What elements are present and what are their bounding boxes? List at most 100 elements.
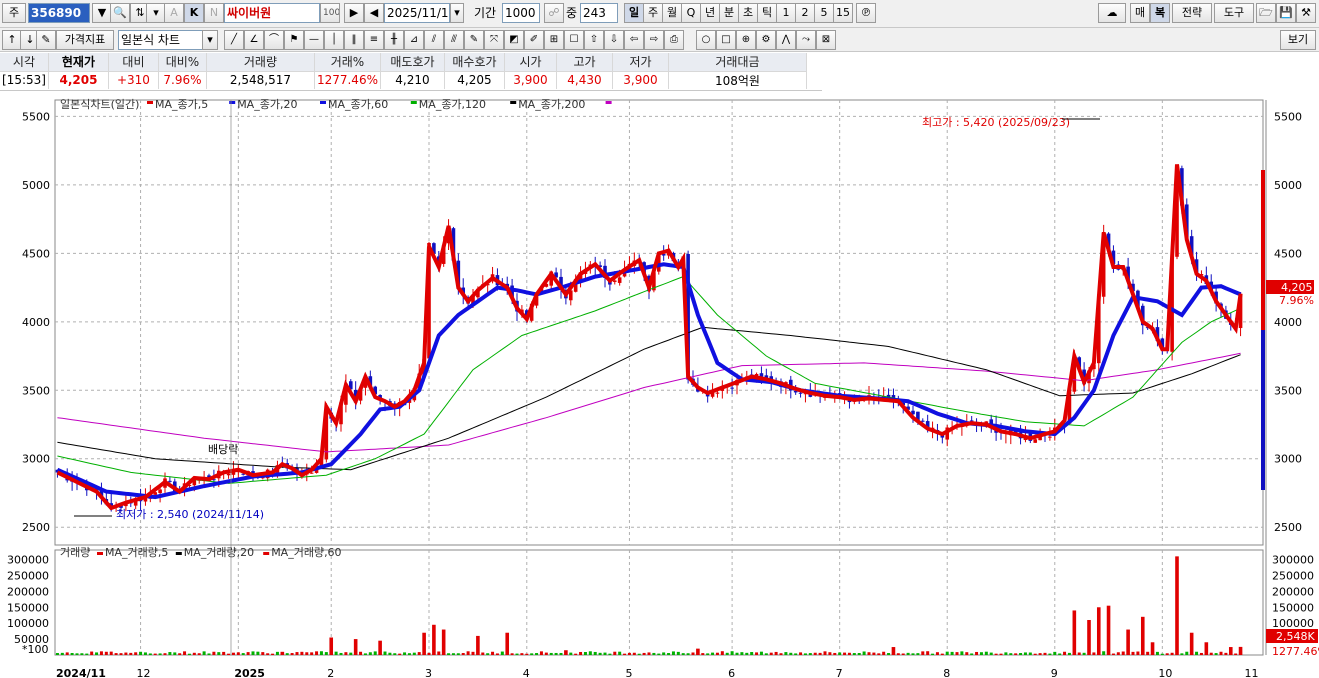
period-tab[interactable]: 2 (795, 3, 815, 23)
drawing-toolbar: ↑ ↓ ✎ 가격지표 일본식 차트 ▾ ╱ ∠ ⌒ ⚑ — │ ‖ ≡ ╫ ⊿ ⫽ ⫻ ✎ ⤧ ◩ ✐ ⊞ ☐ ⇧ ⇩… (0, 28, 1319, 52)
volume-bar (1092, 652, 1096, 655)
rect-fill-icon[interactable]: ◩ (504, 30, 524, 50)
volume-bar (598, 652, 602, 655)
period-tab[interactable]: 1 (776, 3, 796, 23)
wave-icon[interactable]: ⋀ (776, 30, 796, 50)
arrow-up-icon[interactable]: ↑ (2, 30, 22, 50)
price-indicator-button[interactable]: 가격지표 (56, 30, 114, 50)
period-tab[interactable]: 월 (662, 3, 682, 23)
grid-icon[interactable]: ⊞ (544, 30, 564, 50)
volume-bar (183, 651, 187, 655)
view-button[interactable]: 보기 (1280, 30, 1316, 50)
volume-bar (407, 653, 411, 655)
angle-icon[interactable]: ∠ (244, 30, 264, 50)
count-input[interactable]: 243 (580, 3, 618, 23)
dropdown-icon[interactable]: ▾ (146, 3, 166, 23)
fan-icon[interactable]: ⫻ (444, 30, 464, 50)
trendline-icon[interactable]: ╱ (224, 30, 244, 50)
volume-bar (124, 652, 128, 655)
strategy-button[interactable]: 전략 (1172, 3, 1212, 23)
middle-label: 중 (566, 6, 578, 20)
triangle-icon[interactable]: ⊿ (404, 30, 424, 50)
volume-bar (999, 653, 1003, 655)
quote-header: 대비% (158, 53, 207, 72)
n-button[interactable]: N (204, 3, 224, 23)
next-stock-icon[interactable]: ▶ (344, 3, 364, 23)
shift-right-icon[interactable]: ⇨ (644, 30, 664, 50)
circle-icon[interactable]: ○ (696, 30, 716, 50)
period-tab[interactable]: 초 (738, 3, 758, 23)
search-icon[interactable]: 🔍 (110, 3, 130, 23)
annotate-icon[interactable]: ✐ (524, 30, 544, 50)
shift-down-icon[interactable]: ⇩ (604, 30, 624, 50)
stock-chart[interactable]: 2500 25003000 30003500 35004000 40004500 4500… (0, 92, 1319, 678)
period-tab[interactable]: 5 (814, 3, 834, 23)
volume-bar (833, 652, 837, 655)
k-button[interactable]: K (184, 3, 204, 23)
volume-bar (652, 652, 656, 655)
volume-spike-bar (1238, 646, 1243, 655)
volume-bar (295, 652, 299, 655)
period-input[interactable]: 1000 (502, 3, 540, 23)
period-tab[interactable]: 일 (624, 3, 644, 23)
print-icon[interactable]: ⎙ (664, 30, 684, 50)
period-tab[interactable]: 분 (719, 3, 739, 23)
sell-button[interactable]: 매 (1130, 3, 1150, 23)
channel-icon[interactable]: ⫽ (424, 30, 444, 50)
volume-bar (940, 653, 944, 655)
stock-name-field[interactable]: 싸이버원 (224, 3, 320, 23)
prev-stock-icon[interactable]: ◀ (364, 3, 384, 23)
fibonacci-icon[interactable]: ≡ (364, 30, 384, 50)
stock-search-icon[interactable]: ▼ (92, 3, 112, 23)
settings-wrench-icon[interactable]: ⚒ (1296, 3, 1316, 23)
volume-bar (1195, 651, 1199, 655)
volume-scale-label: *100 (22, 643, 49, 656)
volume-bar (843, 652, 847, 655)
square-icon[interactable]: □ (716, 30, 736, 50)
period-tab[interactable]: 틱 (757, 3, 777, 23)
gann-icon[interactable]: ╫ (384, 30, 404, 50)
pen-icon[interactable]: ✎ (464, 30, 484, 50)
save-icon[interactable]: 💾 (1276, 3, 1296, 23)
volume-bar (867, 652, 871, 655)
volume-bar (1214, 653, 1218, 655)
horizontal-line-icon[interactable]: — (304, 30, 324, 50)
delete-icon[interactable]: ⊠ (816, 30, 836, 50)
period-tab[interactable]: Q (681, 3, 701, 23)
volume-spike-bar (696, 648, 700, 655)
period-tab[interactable]: 15 (833, 3, 853, 23)
arrow-tool-icon[interactable]: ⤧ (484, 30, 504, 50)
open-folder-icon[interactable]: 🗁 (1256, 3, 1276, 23)
period-tab[interactable]: 주 (643, 3, 663, 23)
vertical-line-icon[interactable]: │ (324, 30, 344, 50)
config-icon[interactable]: ⚙ (756, 30, 776, 50)
arrow-path-icon[interactable]: ⤳ (796, 30, 816, 50)
volume-bar (603, 652, 607, 655)
copy-button[interactable]: 복 (1150, 3, 1170, 23)
tools-button[interactable]: 도구 (1214, 3, 1254, 23)
period-tab[interactable]: 년 (700, 3, 720, 23)
volume-bar (735, 652, 739, 655)
stock-code-input[interactable]: 356890 (28, 3, 90, 23)
zoom-icon[interactable]: ⊕ (736, 30, 756, 50)
volume-tick-label-left: 150000 (7, 601, 49, 614)
price-tick-label-left: 5500 (22, 110, 50, 123)
market-select[interactable]: 주 (2, 3, 26, 23)
shift-up-icon[interactable]: ⇧ (584, 30, 604, 50)
arc-icon[interactable]: ⌒ (264, 30, 284, 50)
chart-type-dropdown-icon[interactable]: ▾ (202, 30, 218, 50)
calendar-dropdown-icon[interactable]: ▾ (450, 3, 464, 23)
edit-icon[interactable]: ✎ (36, 30, 56, 50)
cloud-icon[interactable]: ☁ (1098, 3, 1126, 23)
bar-chart-icon[interactable]: ℗ (856, 3, 876, 23)
box-icon[interactable]: ☐ (564, 30, 584, 50)
volume-legend-entry: MA_거래량,5 (105, 546, 168, 559)
volume-bar (515, 653, 519, 655)
lock-icon[interactable]: ☍ (544, 3, 564, 23)
flag-icon[interactable]: ⚑ (284, 30, 304, 50)
shift-left-icon[interactable]: ⇦ (624, 30, 644, 50)
parallel-lines-icon[interactable]: ‖ (344, 30, 364, 50)
volume-bar (256, 651, 260, 655)
a-button[interactable]: A (164, 3, 184, 23)
date-input[interactable]: 2025/11/10 (384, 3, 450, 23)
